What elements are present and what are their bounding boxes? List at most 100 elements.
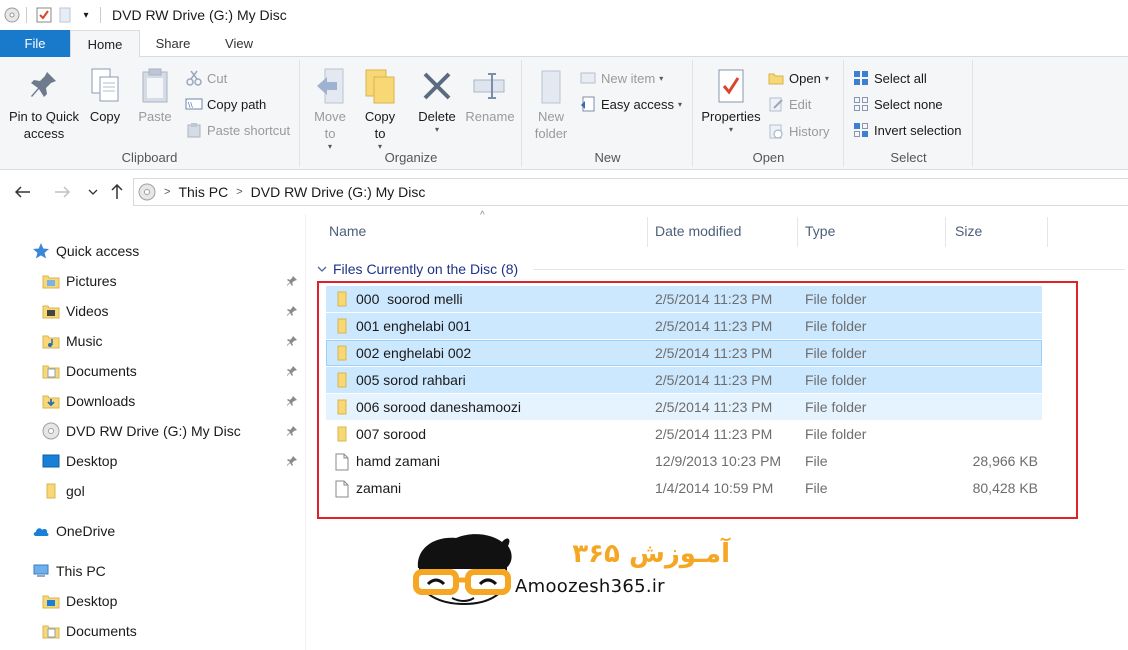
recent-locations-chevron-icon[interactable] — [82, 180, 104, 204]
pin-icon[interactable] — [285, 364, 299, 378]
column-divider[interactable] — [1047, 217, 1048, 247]
cut-button[interactable]: Cut — [185, 67, 227, 89]
pin-icon[interactable] — [285, 304, 299, 318]
videos-folder-icon — [42, 302, 60, 320]
table-row[interactable]: zamani 1/4/2014 10:59 PM File 80,428 KB — [326, 475, 1042, 501]
column-header-size[interactable]: Size — [955, 214, 982, 248]
table-row[interactable]: 002 enghelabi 002 2/5/2014 11:23 PM File… — [326, 340, 1042, 366]
organize-group-label: Organize — [384, 150, 438, 165]
delete-button[interactable]: Delete ▾ — [413, 64, 461, 135]
table-row[interactable]: 006 sorood daneshamoozi 2/5/2014 11:23 P… — [326, 394, 1042, 420]
table-row[interactable]: 007 sorood 2/5/2014 11:23 PM File folder — [326, 421, 1042, 447]
pin-icon[interactable] — [285, 454, 299, 468]
move-to-button[interactable]: Move to ▾ — [309, 64, 351, 152]
select-all-button[interactable]: Select all — [852, 67, 927, 89]
disc-icon[interactable] — [3, 6, 21, 24]
table-row[interactable]: 001 enghelabi 001 2/5/2014 11:23 PM File… — [326, 313, 1042, 339]
table-row[interactable]: 000 soorod melli 2/5/2014 11:23 PM File … — [326, 286, 1042, 312]
nav-music[interactable]: Music — [42, 326, 103, 356]
pin-icon[interactable] — [285, 424, 299, 438]
up-arrow-icon[interactable] — [106, 180, 128, 204]
file-icon — [334, 480, 350, 498]
invert-selection-button[interactable]: Invert selection — [852, 119, 961, 141]
breadcrumb-chevron-icon[interactable]: > — [236, 186, 242, 198]
nav-gol[interactable]: gol — [42, 476, 85, 506]
copy-path-button[interactable]: \\ Copy path — [185, 93, 266, 115]
group-header[interactable]: Files Currently on the Disc (8) — [317, 260, 518, 278]
pictures-folder-icon — [42, 272, 60, 290]
breadcrumb-current-folder[interactable]: DVD RW Drive (G:) My Disc — [251, 184, 426, 200]
nav-dvd-drive[interactable]: DVD RW Drive (G:) My Disc — [42, 416, 241, 446]
dvd-drive-icon — [42, 422, 60, 440]
navigation-bar: > This PC > DVD RW Drive (G:) My Disc — [0, 170, 1128, 214]
forward-arrow-icon[interactable] — [51, 180, 73, 204]
select-group: Select all Select none Invert selection … — [845, 60, 973, 167]
nav-this-pc[interactable]: This PC — [32, 556, 106, 586]
copy-path-icon: \\ — [185, 95, 203, 113]
pin-icon[interactable] — [285, 394, 299, 408]
back-arrow-icon[interactable] — [12, 180, 34, 204]
svg-text:\\: \\ — [188, 101, 193, 109]
history-icon — [767, 122, 785, 140]
tab-file[interactable]: File — [0, 30, 70, 57]
nav-pictures[interactable]: Pictures — [42, 266, 117, 296]
properties-button[interactable]: Properties ▾ — [698, 64, 764, 135]
delete-x-icon — [413, 64, 461, 108]
breadcrumb-this-pc[interactable]: This PC — [178, 184, 228, 200]
logo-persian-text: آمـوزش ۳۶۵ — [572, 537, 731, 569]
rename-button[interactable]: Rename — [465, 64, 515, 125]
tab-share[interactable]: Share — [144, 30, 202, 57]
documents-folder-icon — [42, 362, 60, 380]
folder-icon — [42, 482, 60, 500]
properties-check-icon[interactable] — [35, 6, 53, 24]
select-all-icon — [852, 69, 870, 87]
column-divider[interactable] — [945, 217, 946, 247]
move-to-icon — [309, 64, 351, 108]
tab-home[interactable]: Home — [70, 30, 140, 58]
logo-text: Amoozesh365.ir — [515, 576, 665, 597]
customize-toolbar-icon[interactable]: ▾ — [77, 6, 95, 24]
open-button[interactable]: Open ▾ — [767, 67, 829, 89]
table-row[interactable]: 005 sorod rahbari 2/5/2014 11:23 PM File… — [326, 367, 1042, 393]
nav-pc-desktop[interactable]: Desktop — [42, 586, 117, 616]
pin-to-quick-access-button[interactable]: Pin to Quick access — [6, 64, 82, 142]
table-row[interactable]: hamd zamani 12/9/2013 10:23 PM File 28,9… — [326, 448, 1042, 474]
pin-icon[interactable] — [285, 334, 299, 348]
new-folder-quick-icon[interactable] — [56, 6, 74, 24]
divider — [100, 7, 101, 23]
copy-to-button[interactable]: Copy to ▾ — [359, 64, 401, 152]
new-folder-button[interactable]: New folder — [529, 64, 573, 142]
nav-downloads[interactable]: Downloads — [42, 386, 135, 416]
column-header-name[interactable]: Name — [329, 214, 366, 248]
pin-icon[interactable] — [285, 274, 299, 288]
nav-videos[interactable]: Videos — [42, 296, 109, 326]
new-item-button[interactable]: New item ▾ — [579, 67, 663, 89]
star-icon — [32, 242, 50, 260]
group-divider — [533, 269, 1125, 270]
easy-access-icon — [579, 95, 597, 113]
new-item-icon — [579, 69, 597, 87]
tab-view[interactable]: View — [208, 30, 270, 57]
nav-documents[interactable]: Documents — [42, 356, 137, 386]
nav-desktop[interactable]: Desktop — [42, 446, 117, 476]
folder-icon — [334, 318, 350, 334]
folder-icon — [334, 399, 350, 415]
folder-icon — [334, 291, 350, 307]
nav-pc-documents[interactable]: Documents — [42, 616, 137, 646]
paste-shortcut-button[interactable]: Paste shortcut — [185, 119, 290, 141]
copy-button[interactable]: Copy — [84, 64, 126, 125]
select-none-button[interactable]: Select none — [852, 93, 943, 115]
paste-button[interactable]: Paste — [134, 64, 176, 125]
history-button[interactable]: History — [767, 120, 829, 142]
column-divider[interactable] — [797, 217, 798, 247]
collapse-chevron-icon — [317, 265, 327, 273]
breadcrumb-chevron-icon[interactable]: > — [164, 186, 170, 198]
nav-quick-access[interactable]: Quick access — [32, 236, 139, 266]
column-header-date[interactable]: Date modified — [655, 214, 741, 248]
edit-button[interactable]: Edit — [767, 93, 811, 115]
column-header-type[interactable]: Type — [805, 214, 835, 248]
easy-access-button[interactable]: Easy access ▾ — [579, 93, 682, 115]
nav-onedrive[interactable]: OneDrive — [32, 516, 115, 546]
column-divider[interactable] — [647, 217, 648, 247]
address-bar[interactable]: > This PC > DVD RW Drive (G:) My Disc — [133, 178, 1128, 206]
